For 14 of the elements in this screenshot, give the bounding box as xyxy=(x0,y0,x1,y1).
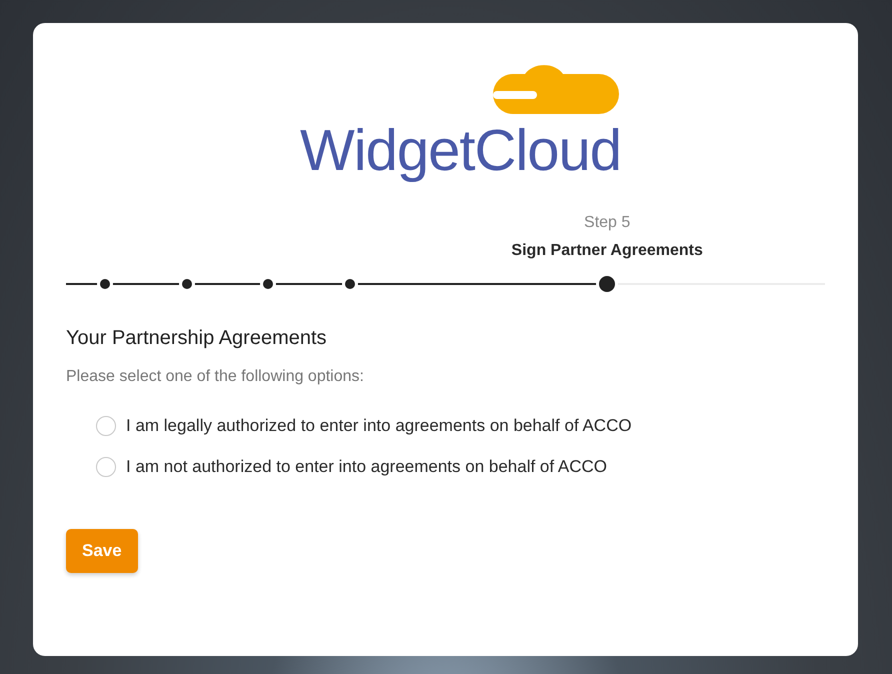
step-title: Sign Partner Agreements xyxy=(511,242,703,260)
radio-button[interactable] xyxy=(96,457,116,477)
step-dot xyxy=(263,279,273,289)
step-number: Step 5 xyxy=(584,214,630,232)
step-dot xyxy=(344,279,354,289)
logo-wordmark: WidgetCloud xyxy=(300,122,622,180)
instruction-text: Please select one of the following options: xyxy=(66,368,365,386)
step-dot xyxy=(182,279,192,289)
option-label[interactable]: I am legally authorized to enter into agreements on behalf of ACCO xyxy=(126,416,632,436)
radio-button[interactable] xyxy=(96,416,116,436)
step-dot xyxy=(100,279,110,289)
section-title: Your Partnership Agreements xyxy=(66,327,328,350)
current-step-dot xyxy=(599,276,616,292)
option-label[interactable]: I am not authorized to enter into agreements on behalf of ACCO xyxy=(126,457,608,477)
